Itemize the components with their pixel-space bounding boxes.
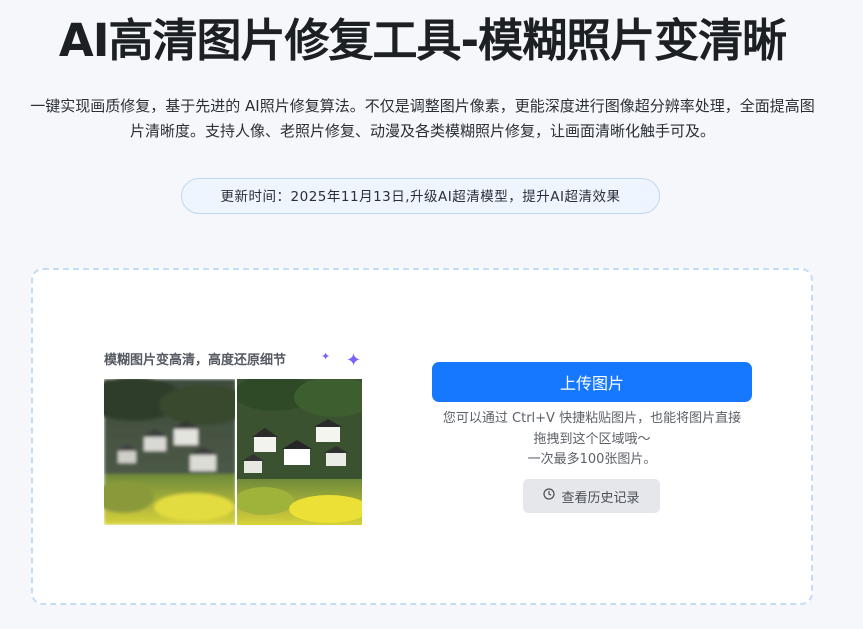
preview-caption: 模糊图片变高清，高度还原细节	[104, 353, 287, 368]
page-description: 一键实现画质修复，基于先进的 AI照片修复算法。不仅是调整图片像素，更能深度进行…	[30, 97, 815, 140]
update-notice-badge: 更新时间：2025年11月13日,升级AI超清模型，提升AI超清效果	[181, 178, 660, 214]
upload-hint-line: 拖拽到这个区域哦～	[533, 431, 651, 447]
before-after-preview-image	[104, 379, 362, 525]
upload-image-button[interactable]: 上传图片	[432, 362, 752, 402]
clock-icon	[543, 488, 556, 504]
upload-hint-line: 一次最多100张图片。	[527, 452, 657, 467]
view-history-label: 查看历史记录	[561, 490, 640, 506]
upload-hint: 您可以通过 Ctrl+V 快捷粘贴图片，也能将图片直接 拖拽到这个区域哦～ 一次…	[425, 409, 759, 471]
upload-hint-line: 您可以通过 Ctrl+V 快捷粘贴图片，也能将图片直接	[442, 411, 742, 426]
page-title: AI高清图片修复工具-模糊照片变清晰	[58, 14, 787, 67]
sparkle-icon: ✦	[321, 350, 331, 363]
view-history-button[interactable]: 查看历史记录	[523, 479, 660, 513]
sparkle-icon: ✦	[346, 350, 362, 371]
